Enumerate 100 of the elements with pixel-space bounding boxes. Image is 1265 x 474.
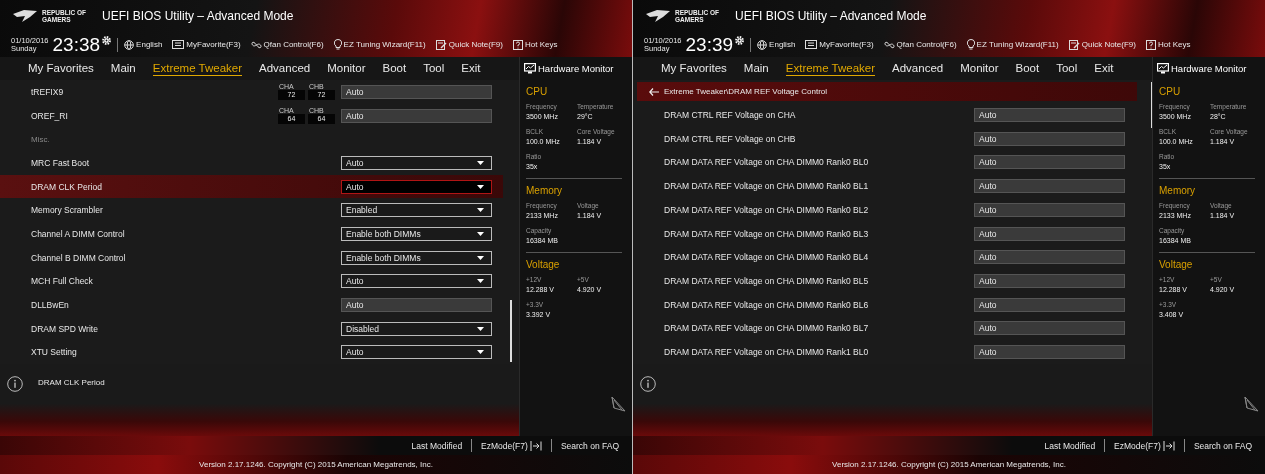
setting-row[interactable]: DRAM DATA REF Voltage on CHA DIMM0 Rank0 BL4 Auto <box>633 245 1152 270</box>
menu-tab[interactable]: My Favorites <box>661 61 727 76</box>
note-icon <box>1068 39 1080 50</box>
menu-tab[interactable]: Main <box>110 61 136 76</box>
footer-button[interactable]: EzMode(F7) <box>472 440 551 451</box>
setting-row[interactable]: MCH Full Check Auto <box>0 269 519 294</box>
setting-row[interactable]: XTU Setting Auto <box>0 340 519 365</box>
setting-row[interactable]: DRAM DATA REF Voltage on CHA DIMM0 Rank0 BL0 Auto <box>633 150 1152 175</box>
copyright-text: Version 2.17.1246. Copyright (C) 2015 American Megatrends, Inc. <box>0 455 632 474</box>
menu-tab[interactable]: My Favorites <box>28 61 94 76</box>
input-field[interactable]: Auto <box>974 345 1125 360</box>
setting-row[interactable]: DRAM DATA REF Voltage on CHA DIMM0 Rank0 BL7 Auto <box>633 316 1152 341</box>
setting-row[interactable]: Memory Scrambler Enabled <box>0 198 519 223</box>
toolbar-button[interactable]: English <box>757 39 796 50</box>
menu-tab[interactable]: Tool <box>1056 61 1078 76</box>
dropdown[interactable]: Auto <box>341 155 492 170</box>
section-title: CPU <box>526 86 549 97</box>
input-field[interactable]: Auto <box>974 179 1125 194</box>
input-field[interactable]: Auto <box>974 107 1125 122</box>
setting-row[interactable]: DRAM SPD Write Disabled <box>0 316 519 341</box>
menu-tab[interactable]: Extreme Tweaker <box>785 61 876 76</box>
input-field[interactable]: Auto <box>341 84 492 99</box>
menu-tab[interactable]: Boot <box>1015 61 1040 76</box>
help-icon <box>1145 39 1156 50</box>
menu-tab[interactable]: Exit <box>461 61 481 76</box>
toolbar-button[interactable]: Qfan Control(F6) <box>883 39 957 50</box>
menu-tab[interactable]: Extreme Tweaker <box>152 61 243 76</box>
breadcrumb-bar[interactable]: Extreme Tweaker\DRAM REF Voltage Control <box>637 82 1137 101</box>
monitor-icon <box>1157 63 1169 74</box>
setting-row[interactable]: DRAM DATA REF Voltage on CHA DIMM0 Rank0 BL1 Auto <box>633 174 1152 198</box>
input-field[interactable]: Auto <box>341 108 492 123</box>
setting-label: DRAM DATA REF Voltage on CHA DIMM0 Rank0 BL2 <box>664 204 870 215</box>
setting-row[interactable]: DRAM DATA REF Voltage on CHA DIMM0 Rank1 BL0 Auto <box>633 340 1152 365</box>
scrollbar-thumb[interactable] <box>510 300 512 362</box>
help-icon <box>512 39 523 50</box>
dropdown[interactable]: Auto <box>341 345 492 360</box>
toolbar-button[interactable]: EZ Tuning Wizard(F11) <box>333 39 426 50</box>
footer-button[interactable]: EzMode(F7) <box>1105 440 1184 451</box>
caret-icon <box>477 160 484 165</box>
footer-button[interactable]: Last Modified <box>1035 440 1105 451</box>
toolbar-button[interactable]: MyFavorite(F3) <box>805 40 874 49</box>
input-field[interactable]: Auto <box>974 131 1125 146</box>
footer-button[interactable]: Search on FAQ <box>1184 440 1261 451</box>
exit-icon <box>529 440 542 451</box>
setting-row[interactable]: Misc. <box>0 127 519 151</box>
card-icon <box>172 40 185 49</box>
lightbulb-icon <box>333 39 342 50</box>
menu-tab[interactable]: Advanced <box>892 61 944 76</box>
setting-row[interactable]: MRC Fast Boot Auto <box>0 151 519 175</box>
setting-label: DLLBwEn <box>31 299 70 310</box>
setting-row[interactable]: DRAM DATA REF Voltage on CHA DIMM0 Rank0 BL6 Auto <box>633 292 1152 317</box>
menu-tab[interactable]: Main <box>743 61 769 76</box>
toolbar-button[interactable]: Hot Keys <box>1145 39 1191 50</box>
setting-row[interactable]: DLLBwEn Auto <box>0 293 519 317</box>
dropdown[interactable]: Disabled <box>341 321 492 336</box>
input-field[interactable]: Auto <box>974 274 1125 288</box>
input-field[interactable]: Auto <box>974 202 1125 217</box>
setting-label: DRAM CTRL REF Voltage on CHB <box>664 133 797 144</box>
help-text: DRAM CLK Period <box>38 378 105 387</box>
input-field[interactable]: Auto <box>974 297 1125 312</box>
toolbar-button[interactable]: Quick Note(F9) <box>1068 39 1136 50</box>
setting-label: DRAM CTRL REF Voltage on CHA <box>664 109 797 120</box>
dropdown[interactable]: Auto <box>341 179 492 194</box>
setting-row[interactable]: DRAM CTRL REF Voltage on CHB Auto <box>633 126 1152 151</box>
toolbar-button[interactable]: Quick Note(F9) <box>435 39 503 50</box>
footer-button[interactable]: Search on FAQ <box>551 440 628 451</box>
back-arrow-icon[interactable] <box>649 87 659 96</box>
panel-title: Hardware Monitor <box>1171 63 1247 74</box>
setting-row[interactable]: DRAM CTRL REF Voltage on CHA Auto <box>633 103 1152 127</box>
input-field[interactable]: Auto <box>974 321 1125 336</box>
setting-row[interactable]: DRAM DATA REF Voltage on CHA DIMM0 Rank0 BL5 Auto <box>633 269 1152 293</box>
dropdown[interactable]: Auto <box>341 274 492 289</box>
menu-tab[interactable]: Monitor <box>960 61 999 76</box>
settings-icon[interactable] <box>101 35 113 46</box>
setting-row[interactable]: Channel A DIMM Control Enable both DIMMs <box>0 222 519 246</box>
input-field[interactable]: Auto <box>974 250 1125 265</box>
menu-tab[interactable]: Monitor <box>327 61 366 76</box>
toolbar-button[interactable]: Hot Keys <box>512 39 558 50</box>
menu-tab[interactable]: Exit <box>1094 61 1114 76</box>
menu-tab[interactable]: Advanced <box>259 61 311 76</box>
menu-tab[interactable]: Tool <box>423 61 445 76</box>
input-field[interactable]: Auto <box>974 155 1125 170</box>
toolbar-button[interactable]: Qfan Control(F6) <box>250 39 324 50</box>
setting-row[interactable]: DRAM DATA REF Voltage on CHA DIMM0 Rank0 BL2 Auto <box>633 197 1152 222</box>
toolbar-button[interactable]: English <box>124 39 163 50</box>
footer-button[interactable]: Last Modified <box>402 440 472 451</box>
menu-tab[interactable]: Boot <box>382 61 407 76</box>
dropdown[interactable]: Enabled <box>341 203 492 218</box>
input-field[interactable]: Auto <box>974 226 1125 241</box>
toolbar-button[interactable]: MyFavorite(F3) <box>172 40 241 49</box>
dropdown[interactable]: Enable both DIMMs <box>341 226 492 241</box>
settings-icon[interactable] <box>734 35 746 46</box>
setting-row[interactable]: Channel B DIMM Control Enable both DIMMs <box>0 245 519 270</box>
input-field[interactable]: Auto <box>341 297 492 312</box>
setting-label: DRAM SPD Write <box>31 323 99 334</box>
setting-label: OREF_RI <box>31 110 69 121</box>
setting-row[interactable]: DRAM DATA REF Voltage on CHA DIMM0 Rank0 BL3 Auto <box>633 221 1152 246</box>
dropdown[interactable]: Enable both DIMMs <box>341 250 492 265</box>
caret-icon <box>477 279 484 284</box>
toolbar-button[interactable]: EZ Tuning Wizard(F11) <box>966 39 1059 50</box>
